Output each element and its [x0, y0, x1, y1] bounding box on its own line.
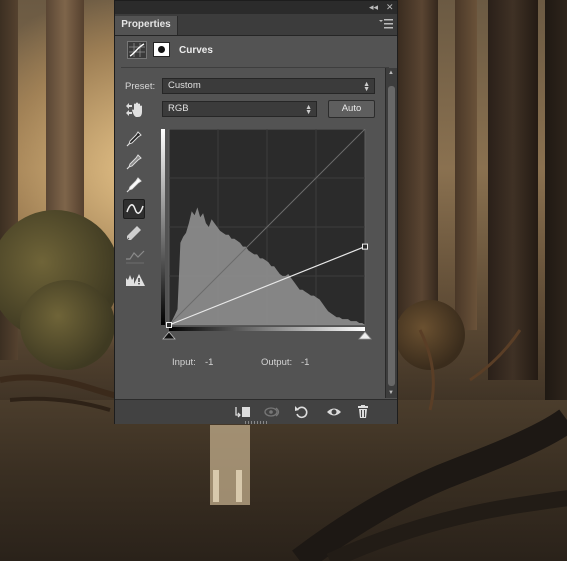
pencil-draw-icon[interactable]: [123, 223, 145, 243]
clip-to-layer-icon[interactable]: [231, 403, 253, 421]
edit-points-curve-icon[interactable]: [123, 199, 145, 219]
layer-mask-icon[interactable]: [153, 42, 170, 57]
preset-label: Preset:: [125, 81, 156, 92]
adjustment-title: Curves: [179, 45, 213, 56]
curves-adjustment-icon[interactable]: [127, 41, 147, 59]
scroll-down-icon[interactable]: ▼: [388, 390, 394, 396]
smooth-curve-icon[interactable]: [123, 246, 145, 266]
chevron-down-icon: ▼: [363, 86, 370, 93]
preset-value: Custom: [168, 80, 201, 91]
panel-bottom-toolbar: [115, 399, 397, 424]
targeted-adjustment-hand-icon[interactable]: [123, 100, 145, 120]
panel-resize-grip[interactable]: [245, 421, 267, 424]
input-tone-gradient: [169, 327, 365, 331]
gray-point-eyedropper-icon[interactable]: [123, 152, 145, 172]
scrollbar-thumb[interactable]: [388, 86, 395, 386]
white-point-eyedropper-icon[interactable]: [123, 175, 145, 195]
panel-scrollbar[interactable]: ▲ ▼: [385, 68, 397, 398]
trash-icon[interactable]: [353, 403, 375, 421]
preset-select[interactable]: Custom ▲ ▼: [162, 78, 375, 94]
input-label: Input:: [172, 357, 196, 368]
properties-panel: ◂◂ ✕ Properties Curves Preset: Custom ▲ …: [114, 0, 398, 424]
clipping-warning-icon[interactable]: [123, 271, 145, 291]
curves-graph[interactable]: [161, 128, 373, 349]
output-label: Output:: [261, 357, 293, 368]
black-point-eyedropper-icon[interactable]: [123, 129, 145, 149]
curve-control-point: [166, 322, 172, 328]
black-point-slider: [162, 331, 176, 340]
divider: [121, 67, 389, 68]
curve-control-point: [362, 243, 368, 250]
panel-title-strip: ◂◂ ✕: [115, 1, 397, 15]
input-value: -1: [205, 357, 214, 368]
close-panel-icon[interactable]: ✕: [386, 1, 394, 14]
panel-menu-icon[interactable]: [379, 19, 393, 29]
scroll-up-icon[interactable]: ▲: [388, 70, 394, 76]
reset-icon[interactable]: [291, 403, 313, 421]
white-point-slider: [358, 331, 372, 340]
chevron-down-icon: ▼: [305, 109, 312, 116]
panel-tab-bar: Properties: [115, 14, 397, 36]
channel-value: RGB: [168, 103, 189, 114]
output-value: -1: [301, 357, 310, 368]
view-previous-state-icon[interactable]: [261, 403, 283, 421]
output-tone-gradient: [161, 129, 165, 325]
visibility-eye-icon[interactable]: [323, 403, 345, 421]
channel-select[interactable]: RGB ▲ ▼: [162, 101, 317, 117]
collapse-panel-icon[interactable]: ◂◂: [369, 1, 378, 14]
auto-button[interactable]: Auto: [328, 100, 375, 118]
adjustment-header: Curves: [115, 36, 385, 66]
tab-properties[interactable]: Properties: [115, 16, 178, 35]
